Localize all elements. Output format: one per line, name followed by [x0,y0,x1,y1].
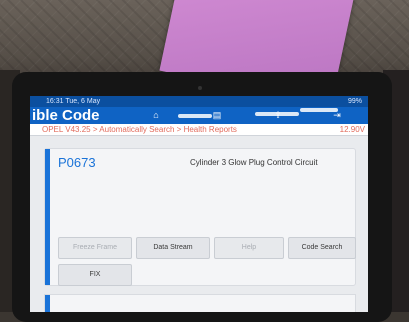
dtc-card: P0673 Cylinder 3 Glow Plug Control Circu… [44,148,356,286]
tablet-screen: 16:31 Tue, 6 May 99% ible Code ⌂ ▤ ⇪ ⇥ O… [30,96,368,312]
freeze-frame-button[interactable]: Freeze Frame [58,237,132,259]
status-date: Tue, 6 May [65,98,101,105]
screen-glare [300,108,338,112]
code-search-button[interactable]: Code Search [288,237,356,259]
next-dtc-accent-bar [45,295,50,312]
battery-voltage: 12.90V [339,125,365,134]
title-bar: ible Code ⌂ ▤ ⇪ ⇥ [30,107,368,124]
status-time: 16:31 [46,98,64,105]
report-icon[interactable]: ▤ [212,110,222,120]
dtc-accent-bar [45,149,50,285]
breadcrumb-bar: OPEL V43.25 > Automatically Search > Hea… [30,124,368,136]
help-button[interactable]: Help [214,237,284,259]
next-dtc-card [44,294,356,312]
status-bar: 16:31 Tue, 6 May 99% [30,96,368,107]
data-stream-button[interactable]: Data Stream [136,237,210,259]
camera-dot [198,86,202,90]
home-icon[interactable]: ⌂ [151,110,161,120]
battery-level: 99% [347,98,362,105]
fix-button[interactable]: FIX [58,264,132,286]
screen-glare [178,114,212,118]
page-title: ible Code [32,107,100,124]
breadcrumb[interactable]: OPEL V43.25 > Automatically Search > Hea… [42,124,237,135]
screen-glare [255,112,299,116]
dtc-code: P0673 [58,155,96,170]
dtc-description: Cylinder 3 Glow Plug Control Circuit [190,158,318,167]
